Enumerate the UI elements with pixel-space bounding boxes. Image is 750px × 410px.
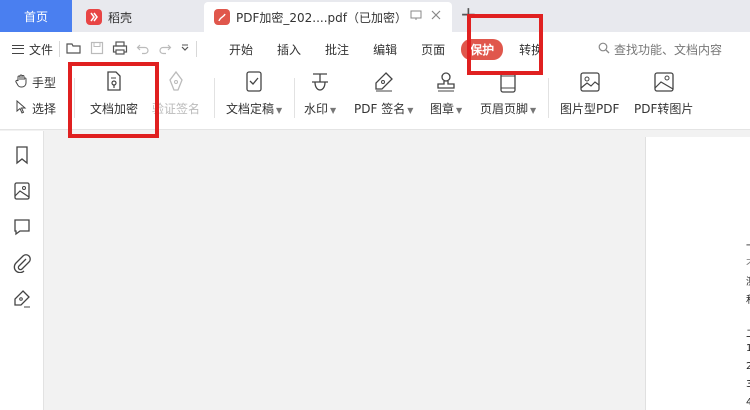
divider	[548, 78, 549, 118]
function-search[interactable]: 查找功能、文档内容	[598, 41, 722, 58]
signature-pen-icon	[375, 72, 393, 92]
chevron-down-icon: ▼	[456, 106, 463, 115]
select-tool[interactable]: 选择	[14, 98, 56, 118]
pdf-sign-button[interactable]: PDF 签名 ▼	[354, 70, 413, 117]
document-finalize-label: 文档定稿	[226, 102, 275, 116]
pen-nib-icon	[169, 70, 183, 91]
tab-pdf-label: PDF加密_202....pdf（已加密）	[236, 10, 408, 25]
pdf-sign-label: PDF 签名	[354, 102, 406, 116]
cursor-tools: 手型 选择	[14, 72, 56, 118]
search-placeholder: 查找功能、文档内容	[614, 43, 723, 57]
file-menu-label: 文件	[29, 42, 54, 57]
divider	[196, 41, 198, 57]
page-text-fragment: 2	[746, 361, 750, 372]
pdf-to-image-button[interactable]: PDF转图片	[634, 70, 693, 117]
file-menu[interactable]: 文件	[12, 41, 53, 58]
header-footer-label: 页眉页脚	[480, 102, 529, 116]
select-tool-label: 选择	[32, 101, 57, 116]
image-pdf-button[interactable]: 图片型PDF	[560, 70, 619, 117]
pdf-file-icon	[214, 9, 230, 25]
search-icon	[598, 42, 610, 57]
bookmark-icon[interactable]	[12, 145, 32, 165]
page-text-fragment: 3	[746, 379, 750, 390]
highlight-encrypt-button	[68, 62, 159, 138]
hand-tool[interactable]: 手型	[14, 72, 56, 92]
pdf-to-image-label: PDF转图片	[634, 102, 694, 116]
tab-daoke[interactable]: 稻壳	[78, 2, 202, 32]
customize-toolbar-icon[interactable]	[180, 42, 190, 56]
hand-icon	[14, 74, 28, 91]
page-text-fragment: 二	[746, 325, 750, 340]
page-text-fragment: 一	[746, 237, 750, 252]
thumbnail-image-icon[interactable]	[12, 181, 32, 201]
stamp-icon	[437, 72, 455, 92]
chevron-down-icon: ▼	[276, 106, 283, 115]
page-text-fragment: 和	[746, 291, 750, 306]
close-tab-icon[interactable]	[430, 9, 442, 24]
watermark-icon	[312, 73, 329, 91]
hand-tool-label: 手型	[32, 75, 57, 90]
convert-image-icon	[654, 72, 674, 92]
save-icon[interactable]	[90, 41, 104, 58]
quick-access-toolbar	[66, 40, 190, 58]
watermark-button[interactable]: 水印 ▼	[304, 70, 336, 117]
verify-signature-label: 验证签名	[152, 102, 201, 116]
document-viewport[interactable]: 一 不 测 和 二 1 2 3 4	[45, 131, 750, 410]
highlight-protect-tab	[467, 14, 543, 75]
page-text-fragment: 测	[746, 273, 750, 288]
daoke-logo-icon	[86, 9, 102, 25]
header-footer-button[interactable]: 页眉页脚 ▼	[480, 70, 536, 117]
tab-daoke-label: 稻壳	[108, 10, 133, 25]
hamburger-icon	[12, 44, 24, 54]
tab-home[interactable]: 首页	[0, 0, 72, 32]
menu-tab-page[interactable]: 页面	[409, 41, 457, 58]
menu-tab-insert[interactable]: 插入	[265, 41, 313, 58]
chevron-down-icon: ▼	[330, 106, 337, 115]
undo-icon[interactable]	[136, 41, 150, 58]
attachment-icon[interactable]	[12, 253, 32, 273]
page-text-fragment: 不	[746, 255, 750, 270]
verify-signature-button[interactable]: 验证签名	[152, 70, 200, 117]
pin-window-icon[interactable]	[410, 9, 422, 24]
print-icon[interactable]	[112, 40, 128, 58]
page-text-fragment: 4	[746, 397, 750, 408]
image-pdf-label: 图片型PDF	[560, 102, 620, 116]
tab-bar: 首页 稻壳 PDF加密_202....pdf（已加密） +	[0, 0, 750, 32]
menu-tab-annotate[interactable]: 批注	[313, 41, 361, 58]
divider	[214, 78, 215, 118]
redo-icon[interactable]	[158, 41, 172, 58]
signature-icon[interactable]	[12, 289, 32, 309]
comment-icon[interactable]	[12, 217, 32, 237]
open-folder-icon[interactable]	[66, 41, 82, 58]
image-document-icon	[580, 72, 600, 92]
chevron-down-icon: ▼	[407, 106, 414, 115]
cursor-icon	[14, 99, 28, 117]
menu-row: 文件 开始 插入 批注 编辑 页面 保护 转换 查找功能、文档内容	[0, 32, 750, 66]
divider	[59, 41, 61, 57]
divider	[294, 78, 295, 118]
stamp-label: 图章	[430, 102, 455, 116]
left-sidebar	[0, 131, 44, 410]
document-page: 一 不 测 和 二 1 2 3 4	[645, 137, 750, 410]
watermark-label: 水印	[304, 102, 329, 116]
document-finalize-button[interactable]: 文档定稿 ▼	[226, 70, 282, 117]
menu-tab-start[interactable]: 开始	[217, 41, 265, 58]
menu-tab-edit[interactable]: 编辑	[361, 41, 409, 58]
stamp-button[interactable]: 图章 ▼	[430, 70, 462, 117]
document-check-icon	[246, 71, 262, 92]
tab-pdf-document[interactable]: PDF加密_202....pdf（已加密）	[204, 2, 452, 32]
chevron-down-icon: ▼	[530, 106, 537, 115]
page-text-fragment: 1	[746, 343, 750, 354]
